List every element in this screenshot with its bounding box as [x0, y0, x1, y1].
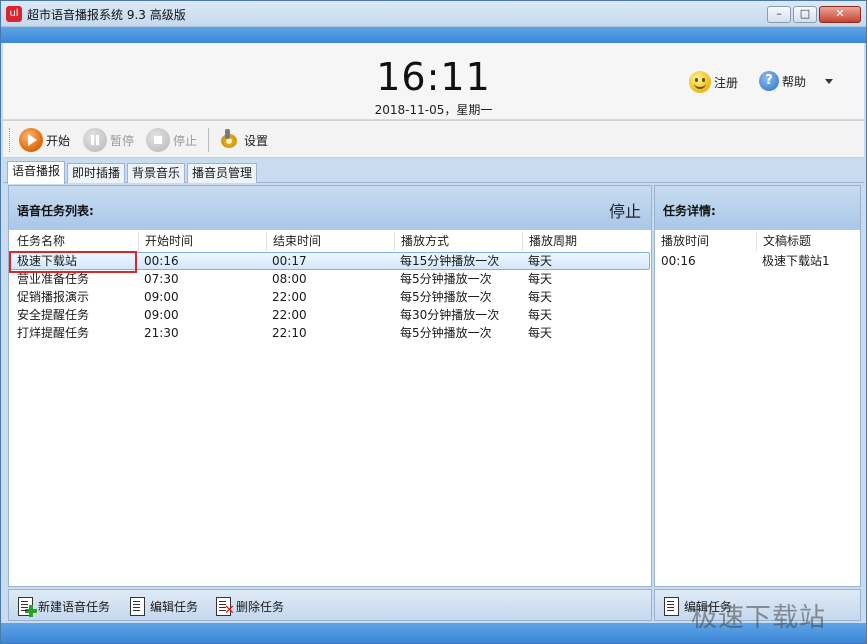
task-mode: 每15分钟播放一次 — [400, 254, 500, 268]
settings-button[interactable]: 设置 — [217, 127, 268, 153]
delete-document-icon: ✕ — [213, 596, 235, 617]
column-header[interactable]: 播放方式 — [394, 232, 522, 251]
task-cycle: 每天 — [528, 272, 553, 286]
task-mode: 每5分钟播放一次 — [400, 272, 492, 286]
task-start: 09:00 — [144, 308, 179, 322]
column-header[interactable]: 播放周期 — [522, 232, 650, 251]
task-mode: 每5分钟播放一次 — [400, 290, 492, 304]
task-cycle: 每天 — [528, 326, 553, 340]
task-list-title: 语音任务列表: — [17, 204, 94, 218]
task-list-panel: 语音任务列表: 停止 任务名称 开始时间 结束时间 播放方式 播放周期 极速下载… — [8, 185, 652, 587]
task-start: 21:30 — [144, 326, 179, 340]
new-document-icon — [15, 596, 37, 617]
column-header[interactable]: 文稿标题 — [756, 232, 860, 251]
column-header[interactable]: 开始时间 — [138, 232, 266, 251]
task-mode: 每30分钟播放一次 — [400, 308, 500, 322]
tab-voice-broadcast[interactable]: 语音播报 — [7, 161, 65, 184]
task-cycle: 每天 — [528, 254, 553, 268]
pause-label: 暂停 — [110, 133, 135, 148]
task-list-header: 语音任务列表: 停止 — [9, 186, 651, 230]
stop-button[interactable]: 停止 — [146, 127, 197, 153]
app-icon: ul — [6, 6, 22, 22]
task-start: 07:30 — [144, 272, 179, 286]
task-end: 22:10 — [272, 326, 307, 340]
help-icon: ? — [759, 71, 779, 91]
help-link[interactable]: ? 帮助 — [759, 71, 806, 91]
task-detail-panel: 任务详情: 播放时间 文稿标题 00:16 极速下载站1 — [654, 185, 861, 587]
edit-task-label: 编辑任务 — [150, 599, 199, 614]
task-cycle: 每天 — [528, 290, 553, 304]
new-task-button[interactable]: 新建语音任务 — [15, 595, 110, 617]
delete-task-button[interactable]: ✕ 删除任务 — [213, 595, 284, 617]
new-task-label: 新建语音任务 — [38, 599, 111, 614]
table-row[interactable]: 打烊提醒任务 21:30 22:10 每5分钟播放一次 每天 — [9, 325, 650, 343]
task-start: 09:00 — [144, 290, 179, 304]
task-name: 安全提醒任务 — [17, 308, 90, 322]
stop-label: 停止 — [173, 133, 198, 148]
app-window: ul 超市语音播报系统 9.3 高级版 – □ ✕ 16:11 2018-11-… — [0, 0, 867, 644]
task-end: 22:00 — [272, 308, 307, 322]
watermark-text: 极速下载站 — [691, 603, 827, 633]
help-label: 帮助 — [782, 74, 807, 89]
annotation-highlight-box — [9, 251, 137, 273]
task-cycle: 每天 — [528, 308, 553, 322]
playback-status: 停止 — [608, 202, 641, 221]
task-end: 08:00 — [272, 272, 307, 286]
table-row[interactable]: 安全提醒任务 09:00 22:00 每30分钟播放一次 每天 — [9, 307, 650, 325]
table-row[interactable]: 营业准备任务 07:30 08:00 每5分钟播放一次 每天 — [9, 271, 650, 289]
minimize-button[interactable]: – — [767, 6, 791, 23]
gear-icon — [217, 128, 241, 152]
window-title: 超市语音播报系统 9.3 高级版 — [27, 8, 186, 22]
column-header[interactable]: 任务名称 — [11, 232, 138, 251]
clock-date: 2018-11-05，星期一 — [374, 103, 493, 117]
task-mode: 每5分钟播放一次 — [400, 326, 492, 340]
task-name: 打烊提醒任务 — [17, 326, 90, 340]
tab-bar: 语音播报 即时插播 背景音乐 播音员管理 — [3, 161, 864, 184]
top-accent-strip — [1, 27, 866, 43]
tab-announcer-management[interactable]: 播音员管理 — [187, 163, 257, 183]
chevron-down-icon[interactable] — [825, 79, 833, 84]
start-button[interactable]: 开始 — [19, 127, 70, 153]
column-header[interactable]: 播放时间 — [655, 232, 756, 251]
task-end: 22:00 — [272, 290, 307, 304]
smiley-icon — [689, 71, 711, 93]
register-label: 注册 — [714, 75, 739, 90]
header-panel: 16:11 2018-11-05，星期一 注册 ? 帮助 — [3, 43, 864, 119]
edit-document-icon — [661, 596, 681, 616]
task-detail-header: 任务详情: — [655, 186, 860, 230]
title-bar[interactable]: ul 超市语音播报系统 9.3 高级版 – □ ✕ — [1, 1, 866, 27]
edit-document-icon — [127, 596, 147, 616]
stop-icon — [146, 128, 170, 152]
tab-background-music[interactable]: 背景音乐 — [127, 163, 185, 183]
task-name: 营业准备任务 — [17, 272, 90, 286]
task-name: 促销播报演示 — [17, 290, 90, 304]
delete-task-label: 删除任务 — [236, 599, 285, 614]
task-detail-title: 任务详情: — [663, 204, 716, 218]
start-label: 开始 — [46, 133, 71, 148]
pause-button[interactable]: 暂停 — [83, 127, 134, 153]
register-link[interactable]: 注册 — [689, 71, 738, 93]
play-icon — [19, 128, 43, 152]
pause-icon — [83, 128, 107, 152]
task-list-actions: 新建语音任务 编辑任务 ✕ 删除任务 — [8, 589, 652, 621]
settings-label: 设置 — [244, 133, 269, 148]
task-end: 00:17 — [272, 254, 307, 268]
detail-time: 00:16 — [661, 254, 696, 268]
detail-title: 极速下载站1 — [762, 254, 830, 268]
table-row[interactable]: 促销播报演示 09:00 22:00 每5分钟播放一次 每天 — [9, 289, 650, 307]
list-item[interactable]: 00:16 极速下载站1 — [655, 253, 860, 271]
toolbar-separator — [208, 128, 209, 152]
maximize-button[interactable]: □ — [793, 6, 817, 23]
toolbar-grip[interactable] — [9, 128, 12, 152]
tab-instant-insert[interactable]: 即时插播 — [67, 163, 125, 183]
toolbar: 开始 暂停 停止 设置 — [3, 120, 864, 158]
column-header[interactable]: 结束时间 — [266, 232, 394, 251]
task-start: 00:16 — [144, 254, 179, 268]
edit-task-button[interactable]: 编辑任务 — [127, 595, 198, 617]
close-button[interactable]: ✕ — [819, 6, 861, 23]
